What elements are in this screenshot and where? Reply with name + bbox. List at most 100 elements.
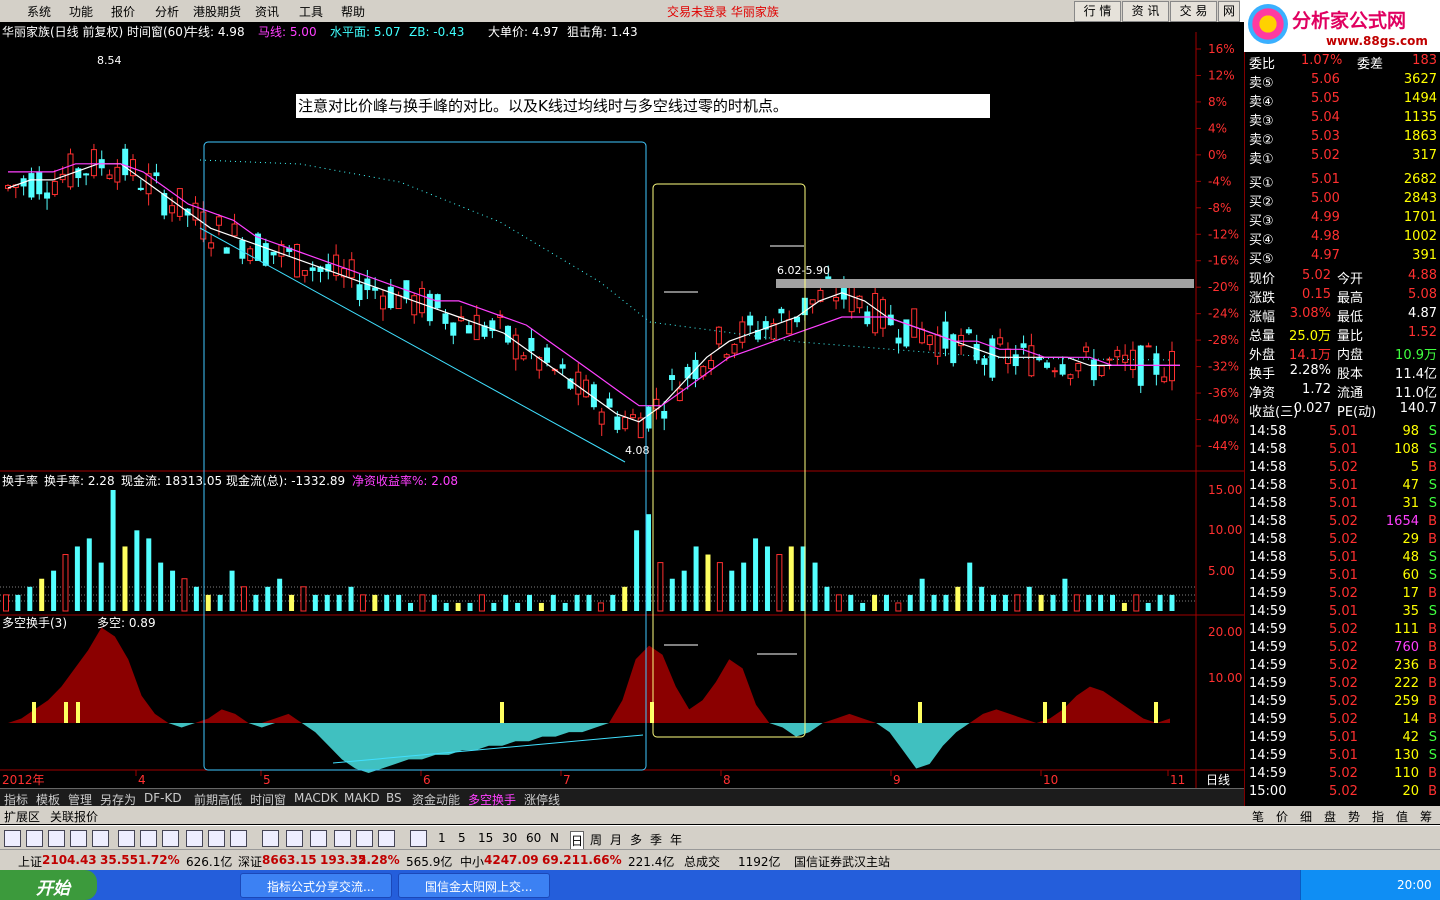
candle-body bbox=[598, 411, 605, 425]
menu-item[interactable]: 系统 bbox=[27, 3, 51, 20]
signal-bar bbox=[1154, 702, 1158, 723]
toolbar-icon[interactable] bbox=[162, 830, 179, 847]
tab-extension[interactable]: 扩展区 bbox=[4, 808, 40, 825]
order-volume: 3627 bbox=[1403, 72, 1437, 87]
toolbar-icon[interactable] bbox=[208, 830, 225, 847]
menu-item[interactable]: 功能 bbox=[69, 3, 93, 20]
tab-indicator[interactable]: BS bbox=[386, 791, 402, 805]
toolbar-icon[interactable] bbox=[4, 830, 21, 847]
candle-body bbox=[895, 337, 902, 344]
candle-body bbox=[223, 247, 230, 254]
longshort-y-tick: 10.00 bbox=[1208, 671, 1242, 685]
tick-row: 14:59 5.02 259 B bbox=[1245, 694, 1440, 712]
candle-body bbox=[887, 314, 894, 326]
tick-price: 5.01 bbox=[1329, 424, 1358, 439]
period-button[interactable]: 15 bbox=[478, 831, 493, 845]
tab-indicator[interactable]: MACDK bbox=[294, 791, 338, 805]
candle-body bbox=[169, 205, 176, 214]
toolbar-icon[interactable] bbox=[186, 830, 203, 847]
move-icon[interactable] bbox=[334, 830, 351, 847]
toolbar-icon[interactable] bbox=[70, 830, 87, 847]
tab-quote[interactable]: 价 bbox=[1276, 808, 1288, 825]
sell-row: 卖② 5.03 1863 bbox=[1245, 128, 1440, 148]
line-chart-icon[interactable] bbox=[262, 830, 279, 847]
period-button[interactable]: 月 bbox=[610, 831, 622, 848]
taskbar-item[interactable]: 指标公式分享交流... bbox=[240, 873, 392, 898]
menu-item[interactable]: 分析 bbox=[155, 3, 179, 20]
candle-body bbox=[629, 414, 636, 419]
tab-quote[interactable]: 盘 bbox=[1324, 808, 1336, 825]
period-button[interactable]: 5 bbox=[458, 831, 466, 845]
pen-icon[interactable] bbox=[378, 830, 395, 847]
period-button[interactable]: 周 bbox=[590, 831, 602, 848]
candle-body bbox=[989, 338, 996, 378]
tab-quote[interactable]: 细 bbox=[1300, 808, 1312, 825]
period-button[interactable]: 1 bbox=[438, 831, 446, 845]
turnover-bar bbox=[431, 594, 437, 611]
tab-quote[interactable]: 笔 bbox=[1252, 808, 1264, 825]
turnover-bar bbox=[1086, 594, 1092, 611]
quote-button[interactable]: 行 情 bbox=[1074, 1, 1121, 22]
stat-value: 4.87 bbox=[1408, 306, 1437, 321]
tab-quote[interactable]: 势 bbox=[1348, 808, 1360, 825]
tick-row: 14:59 5.02 110 B bbox=[1245, 766, 1440, 784]
chart-icon[interactable] bbox=[48, 830, 65, 847]
turnover-bar bbox=[1169, 594, 1175, 611]
tab-indicator[interactable]: DF-KD bbox=[144, 791, 182, 805]
tick-side: S bbox=[1428, 496, 1437, 511]
turnover-bar bbox=[1145, 602, 1151, 611]
toolbar-icon[interactable] bbox=[118, 830, 135, 847]
kline-chart[interactable]: 华丽家族(日线 前复权) 时间窗(60) 牛线: 4.98 马线: 5.00 水平面… bbox=[0, 22, 1244, 788]
period-button[interactable]: 季 bbox=[650, 831, 662, 848]
rsi-icon[interactable] bbox=[286, 830, 303, 847]
period-button[interactable]: 30 bbox=[502, 831, 517, 845]
toolbar-icon[interactable] bbox=[140, 830, 157, 847]
toolbar-icon[interactable] bbox=[92, 830, 109, 847]
turnover-bar bbox=[764, 546, 770, 611]
tab-indicator[interactable]: MAKD bbox=[344, 791, 380, 805]
candle-body bbox=[270, 251, 277, 256]
order-volume: 391 bbox=[1412, 248, 1437, 263]
news-button[interactable]: 资 讯 bbox=[1122, 1, 1169, 22]
turnover-bar bbox=[848, 594, 854, 611]
toolbar-icon[interactable] bbox=[230, 830, 247, 847]
tab-quote[interactable]: 值 bbox=[1396, 808, 1408, 825]
menu-item[interactable]: 报价 bbox=[111, 3, 135, 20]
price-y-tick: -20% bbox=[1208, 280, 1239, 294]
tab-quote[interactable]: 筹 bbox=[1420, 808, 1432, 825]
menu-item[interactable]: 港股期货 bbox=[193, 3, 241, 20]
order-volume: 1863 bbox=[1403, 129, 1437, 144]
start-button[interactable]: 开始 bbox=[0, 870, 97, 900]
tab-related-quote[interactable]: 关联报价 bbox=[50, 808, 98, 825]
period-button[interactable]: 日 bbox=[570, 831, 585, 850]
tab-quote[interactable]: 指 bbox=[1372, 808, 1384, 825]
toolbar-icon[interactable] bbox=[26, 830, 43, 847]
period-button[interactable]: N bbox=[550, 831, 559, 845]
period-button[interactable]: 多 bbox=[630, 831, 642, 848]
menu-item[interactable]: 帮助 bbox=[341, 3, 365, 20]
period-button[interactable]: 60 bbox=[526, 831, 541, 845]
menu-item[interactable]: 工具 bbox=[299, 3, 323, 20]
money-icon[interactable] bbox=[310, 830, 327, 847]
candle-body bbox=[919, 328, 926, 344]
export-icon[interactable] bbox=[356, 830, 373, 847]
tick-time: 14:58 bbox=[1249, 460, 1287, 475]
trade-button[interactable]: 交 易 bbox=[1170, 1, 1217, 22]
order-price: 4.97 bbox=[1311, 248, 1340, 263]
turnover-bar bbox=[812, 562, 818, 611]
candle-body bbox=[715, 326, 722, 345]
stat-label: 总量 bbox=[1249, 329, 1276, 344]
fs-icon[interactable] bbox=[410, 830, 427, 847]
tick-row: 14:59 5.01 130 S bbox=[1245, 748, 1440, 766]
period-button[interactable]: 年 bbox=[670, 831, 682, 848]
taskbar-item[interactable]: 国信金太阳网上交... bbox=[398, 873, 550, 898]
tick-price: 5.02 bbox=[1329, 514, 1358, 529]
candle-body bbox=[786, 319, 793, 335]
web-button[interactable]: 网 bbox=[1218, 1, 1240, 22]
order-price: 5.05 bbox=[1311, 91, 1340, 106]
candle-body bbox=[395, 294, 402, 310]
signal-bar bbox=[1043, 702, 1047, 723]
tick-row: 14:59 5.02 17 B bbox=[1245, 586, 1440, 604]
candle-body bbox=[294, 243, 301, 278]
menu-item[interactable]: 资讯 bbox=[255, 3, 279, 20]
